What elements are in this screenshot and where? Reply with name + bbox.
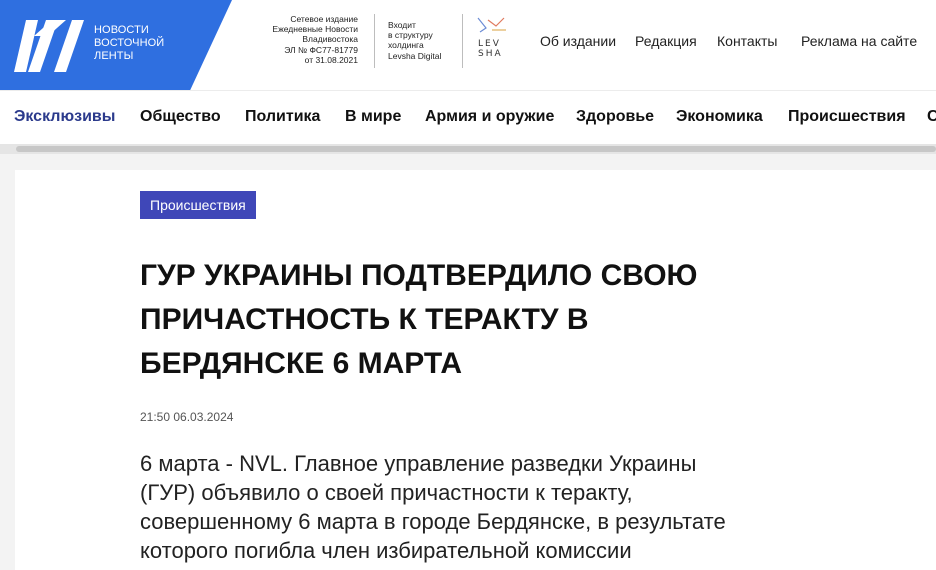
registration-line: Владивостока [302, 34, 358, 45]
registration-info: Сетевое издание Ежедневные Новости Влади… [258, 14, 358, 65]
divider [462, 14, 463, 68]
category-economy[interactable]: Экономика [676, 108, 763, 126]
registration-line: ЭЛ № ФС77-81779 [284, 44, 358, 55]
logo-n-icon [14, 20, 84, 72]
registration-line: от 31.08.2021 [304, 54, 358, 65]
category-world[interactable]: В мире [345, 108, 401, 126]
nav-editorial[interactable]: Редакция [635, 33, 697, 49]
scrollbar-thumb[interactable] [16, 146, 936, 152]
logo-line: НОВОСТИ [94, 24, 149, 36]
levsha-text-bottom: SHA [478, 49, 503, 59]
article-title: ГУР Украины подтвердило свою причастност… [140, 254, 780, 386]
lead-line: 6 марта - NVL. Главное управление развед… [140, 451, 697, 476]
site-header: НОВОСТИ ВОСТОЧНОЙ ЛЕНТЫ Сетевое издание … [0, 0, 936, 90]
divider [374, 14, 375, 68]
holding-line: Входит [388, 20, 416, 30]
title-line: Бердянске 6 марта [140, 347, 463, 380]
category-nav: Эксклюзивы Общество Политика В мире Арми… [0, 90, 936, 144]
lead-line: (ГУР) объявило о своей причастности к те… [140, 480, 633, 505]
holding-line: в структуру [388, 30, 433, 41]
article-date: 21:50 06.03.2024 [140, 410, 234, 424]
category-army[interactable]: Армия и оружие [425, 108, 554, 126]
nav-advertising[interactable]: Реклама на сайте [801, 33, 917, 49]
registration-line: Ежедневные Новости [272, 24, 358, 35]
logo-line: ЛЕНТЫ [94, 50, 134, 62]
lead-line: которого погибла член избирательной коми… [140, 538, 632, 563]
category-exclusives[interactable]: Эксклюзивы [14, 108, 115, 126]
nav-contacts[interactable]: Контакты [717, 33, 777, 49]
lead-line: совершенному 6 марта в городе Бердянске,… [140, 509, 726, 534]
category-next[interactable]: С [927, 108, 936, 126]
title-line: ГУР Украины подтвердило свою [140, 259, 698, 292]
holding-line: Levsha Digital [388, 50, 442, 61]
logo-line: ВОСТОЧНОЙ [94, 37, 165, 49]
site-logo[interactable]: НОВОСТИ ВОСТОЧНОЙ ЛЕНТЫ [0, 0, 232, 90]
nav-about[interactable]: Об издании [540, 33, 616, 49]
title-line: причастность к теракту в [140, 303, 589, 336]
logo-text: НОВОСТИ ВОСТОЧНОЙ ЛЕНТЫ [94, 24, 164, 63]
category-badge[interactable]: Происшествия [140, 191, 256, 219]
category-incidents[interactable]: Происшествия [788, 108, 906, 126]
holding-info: Входит в структуру холдинга Levsha Digit… [388, 20, 441, 61]
levsha-text-top: LEV [478, 39, 501, 49]
levsha-logo-icon[interactable]: LEV SHA [474, 16, 510, 62]
category-health[interactable]: Здоровье [576, 108, 654, 126]
holding-line: холдинга [388, 40, 424, 51]
article-lead: 6 марта - NVL. Главное управление развед… [140, 449, 820, 565]
category-society[interactable]: Общество [140, 108, 221, 126]
category-politics[interactable]: Политика [245, 108, 320, 126]
registration-line: Сетевое издание [290, 14, 358, 24]
